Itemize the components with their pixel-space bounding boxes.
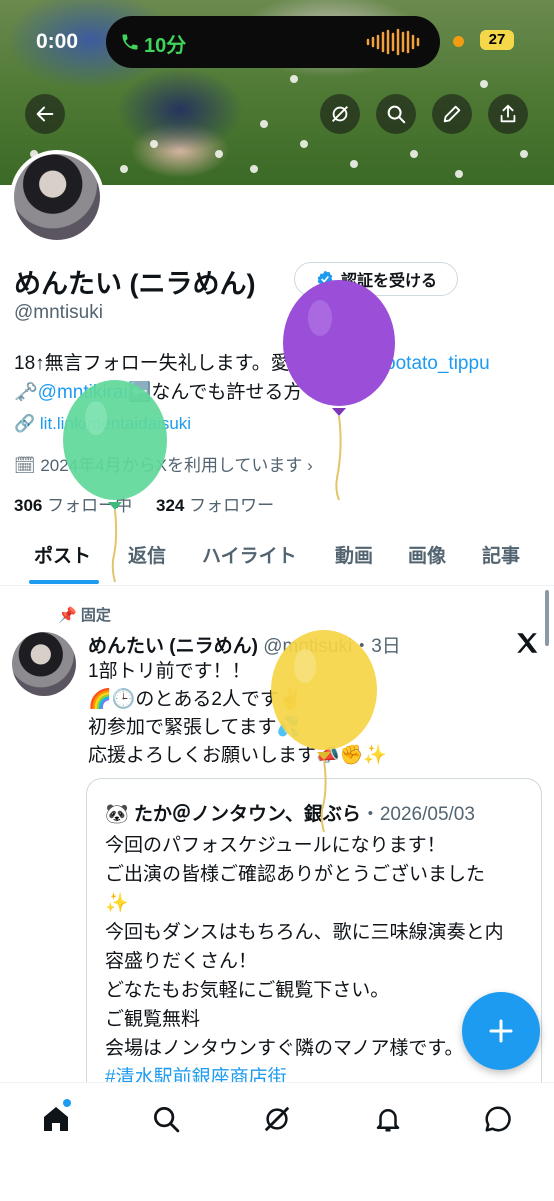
display-name: めんたい (ニラめん): [14, 269, 256, 299]
bell-icon: [376, 1109, 400, 1132]
quote-line-6: ご観覧無料: [105, 1009, 201, 1030]
edit-button[interactable]: [432, 94, 472, 134]
chat-bubble-icon: [485, 1106, 511, 1132]
balloon-yellow-icon: [271, 630, 377, 833]
recording-dot-icon: [453, 36, 464, 47]
compose-post-button[interactable]: [462, 992, 540, 1070]
link-icon: 🔗: [14, 414, 36, 433]
calendar-icon: 🗓: [14, 456, 36, 475]
nav-home[interactable]: [36, 1099, 76, 1139]
home-icon: [44, 1107, 68, 1131]
nav-search[interactable]: [146, 1099, 186, 1139]
post-author-name: めんたい (ニラめん): [88, 636, 258, 657]
quote-line-1: 今回のパフォスケジュールになります！: [105, 835, 446, 856]
post-line-2: のとある2人です: [135, 689, 279, 710]
quote-line-7: 会場はノンタウンすぐ隣のマノア様です。: [105, 1038, 464, 1059]
nav-grok[interactable]: [257, 1099, 297, 1139]
pin-icon: 📌: [58, 607, 77, 624]
grok-button[interactable]: [320, 94, 360, 134]
bottom-navigation: [0, 1082, 554, 1201]
share-button[interactable]: [488, 94, 528, 134]
search-icon: [387, 105, 406, 124]
tab-photos[interactable]: 画像: [408, 541, 446, 568]
quote-line-4: 容盛りだくさん！: [105, 951, 258, 972]
followers-stat[interactable]: 324 フォロワー: [156, 491, 274, 516]
audio-waveform-icon: [366, 28, 420, 56]
share-icon: [500, 104, 516, 123]
quote-author-avatar-icon: 🐼: [105, 804, 129, 825]
tab-videos[interactable]: 動画: [335, 541, 373, 568]
following-count: 306: [14, 496, 43, 515]
nav-messages[interactable]: [478, 1099, 518, 1139]
quote-line-2: ご出演の皆様ご確認ありがとうございました: [105, 864, 486, 885]
call-status-pill[interactable]: 10分: [106, 16, 440, 68]
quote-body: 今回のパフォスケジュールになります！ ご出演の皆様ご確認ありがとうございました …: [105, 831, 504, 1092]
tab-highlights[interactable]: ハイライト: [202, 541, 297, 568]
scrollbar[interactable]: [545, 590, 549, 646]
notification-dot: [63, 1099, 71, 1107]
post-author-avatar[interactable]: [12, 632, 76, 696]
balloon-purple-icon: [283, 280, 395, 501]
pencil-icon: [443, 105, 461, 123]
battery-indicator: 27: [480, 30, 514, 50]
phone-icon: [122, 34, 138, 50]
quote-line-3: 今回もダンスはもちろん、歌に三味線演奏と内: [105, 922, 504, 943]
tab-articles[interactable]: 記事: [482, 541, 520, 568]
avatar-image: [14, 154, 100, 240]
pinned-row: 📌 固定: [58, 604, 111, 625]
tabs-divider: [0, 585, 554, 586]
key-emoji-icon: 🗝️: [14, 382, 38, 403]
status-time: 0:00: [36, 30, 79, 53]
rainbow-emoji-icon: 🌈🕒: [88, 689, 136, 710]
arrow-left-icon: [36, 106, 54, 122]
bio-line-1: 18↑無言フォロー失礼します。愛しの相方@potato_tippu: [14, 348, 490, 375]
profile-avatar[interactable]: [10, 150, 104, 244]
balloon-green-icon: [63, 380, 167, 583]
plus-icon: [489, 1019, 513, 1043]
grok-icon: [332, 106, 348, 122]
followers-label: フォロワー: [189, 496, 275, 515]
post-line-3: 初参加で緊張してます: [88, 717, 277, 738]
search-button[interactable]: [376, 94, 416, 134]
call-duration: 10分: [144, 35, 187, 57]
search-icon: [154, 1107, 180, 1133]
x-logo-icon[interactable]: [514, 630, 540, 656]
quote-line-5: どなたもお気軽にご観覧下さい。: [105, 980, 390, 1001]
sparkles-emoji-icon: ✨: [105, 893, 129, 914]
grok-icon: [264, 1106, 290, 1132]
nav-notifications[interactable]: [368, 1099, 408, 1139]
pinned-label: 固定: [80, 607, 111, 624]
back-button[interactable]: [25, 94, 65, 134]
profile-handle: @mntisuki: [14, 302, 103, 323]
